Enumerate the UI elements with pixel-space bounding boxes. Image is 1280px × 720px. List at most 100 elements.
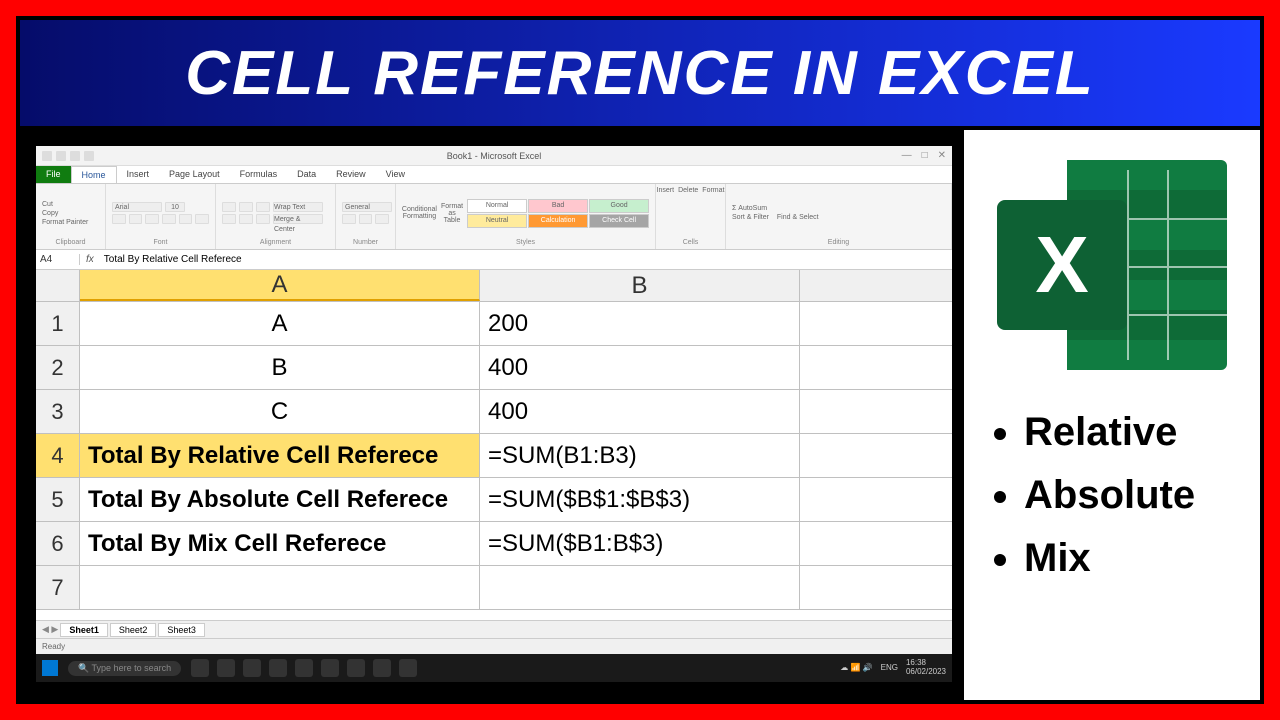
taskbar-app-icon[interactable] — [321, 659, 339, 677]
format-painter-button[interactable]: Format Painter — [42, 219, 99, 226]
cell[interactable] — [80, 566, 480, 609]
sheet-nav[interactable]: ◀ ▶ — [42, 624, 58, 635]
delete-cells-button[interactable]: Delete — [678, 187, 698, 239]
cell[interactable]: Total By Mix Cell Referece — [80, 522, 480, 565]
number-format-select[interactable]: General — [342, 202, 392, 212]
cut-button[interactable]: Cut — [42, 201, 99, 208]
taskbar-app-icon[interactable] — [347, 659, 365, 677]
cell[interactable]: 400 — [480, 346, 800, 389]
start-button[interactable] — [42, 660, 58, 676]
select-all-corner[interactable] — [36, 270, 80, 301]
col-header-b[interactable]: B — [480, 270, 800, 301]
row-header[interactable]: 1 — [36, 302, 80, 345]
wrap-text-button[interactable]: Wrap Text — [273, 202, 323, 212]
quick-access-toolbar[interactable] — [42, 151, 94, 161]
conditional-formatting-button[interactable]: Conditional Formatting — [402, 206, 437, 220]
inner-frame: CELL REFERENCE IN EXCEL Book1 - Microsof… — [16, 16, 1264, 704]
grid-row: 2B400 — [36, 346, 952, 390]
col-header-a[interactable]: A — [80, 270, 480, 301]
content-box: CELL REFERENCE IN EXCEL Book1 - Microsof… — [20, 20, 1260, 700]
main-row: Book1 - Microsoft Excel —□✕ File Home In… — [20, 130, 1260, 700]
autosum-button[interactable]: Σ AutoSum — [732, 205, 945, 212]
row-header[interactable]: 4 — [36, 434, 80, 477]
cell[interactable]: 400 — [480, 390, 800, 433]
row-header[interactable]: 7 — [36, 566, 80, 609]
underline-button[interactable] — [145, 214, 159, 224]
insert-cells-button[interactable]: Insert — [657, 187, 675, 239]
cell[interactable]: Total By Relative Cell Referece — [80, 434, 480, 477]
tab-data[interactable]: Data — [287, 166, 326, 183]
bold-button[interactable] — [112, 214, 126, 224]
row-header[interactable]: 3 — [36, 390, 80, 433]
excel-logo: X — [997, 160, 1227, 370]
copy-button[interactable]: Copy — [42, 210, 99, 217]
row-header[interactable]: 6 — [36, 522, 80, 565]
sheet-tabs: ◀ ▶ Sheet1 Sheet2 Sheet3 — [36, 620, 952, 638]
cell[interactable]: A — [80, 302, 480, 345]
taskbar-app-icon[interactable] — [191, 659, 209, 677]
tray-lang[interactable]: ENG — [881, 664, 898, 673]
row-header[interactable]: 5 — [36, 478, 80, 521]
tab-formulas[interactable]: Formulas — [230, 166, 288, 183]
merge-center-button[interactable]: Merge & Center — [273, 214, 323, 224]
taskbar-app-icon[interactable] — [217, 659, 235, 677]
fill-color-button[interactable] — [179, 214, 193, 224]
cell[interactable]: 200 — [480, 302, 800, 345]
minimize-icon[interactable]: — — [902, 150, 912, 161]
maximize-icon[interactable]: □ — [922, 150, 928, 161]
tab-insert[interactable]: Insert — [117, 166, 160, 183]
close-icon[interactable]: ✕ — [938, 150, 946, 161]
tray-clock[interactable]: 16:3806/02/2023 — [906, 659, 946, 677]
tab-home[interactable]: Home — [71, 166, 117, 183]
tab-review[interactable]: Review — [326, 166, 376, 183]
bullet-absolute: Absolute — [1024, 473, 1195, 518]
border-button[interactable] — [162, 214, 176, 224]
sort-filter-button[interactable]: Sort & Filter — [732, 214, 769, 221]
font-color-button[interactable] — [195, 214, 209, 224]
cell[interactable]: C — [80, 390, 480, 433]
fx-icon[interactable]: fx — [80, 254, 100, 265]
cell[interactable]: Total By Absolute Cell Referece — [80, 478, 480, 521]
ribbon-group-alignment: Wrap Text Merge & Center Alignment — [216, 184, 336, 249]
tray-icons[interactable]: ☁ 📶 🔊 — [840, 664, 872, 673]
sheet-tab-1[interactable]: Sheet1 — [60, 623, 108, 637]
taskbar-app-icon[interactable] — [373, 659, 391, 677]
taskbar-app-icon[interactable] — [243, 659, 261, 677]
window-controls[interactable]: — □ ✕ — [902, 150, 946, 161]
find-select-button[interactable]: Find & Select — [777, 214, 819, 221]
tab-file[interactable]: File — [36, 166, 71, 183]
ribbon-tabs: File Home Insert Page Layout Formulas Da… — [36, 166, 952, 184]
sheet-tab-2[interactable]: Sheet2 — [110, 623, 157, 637]
cell-styles-gallery[interactable]: Normal Bad Good Neutral Calculation Chec… — [467, 199, 649, 228]
cell[interactable]: B — [80, 346, 480, 389]
font-name-select[interactable]: Arial — [112, 202, 162, 212]
italic-button[interactable] — [129, 214, 143, 224]
font-size-select[interactable]: 10 — [165, 202, 185, 212]
ribbon-group-cells: Insert Delete Format Cells — [656, 184, 726, 249]
taskbar-apps[interactable] — [191, 659, 417, 677]
spreadsheet-grid[interactable]: A B 1A2002B4003C4004Total By Relative Ce… — [36, 270, 952, 620]
bullet-relative: Relative — [1024, 410, 1195, 455]
tab-page-layout[interactable]: Page Layout — [159, 166, 230, 183]
formula-text[interactable]: Total By Relative Cell Referece — [100, 254, 246, 265]
cell[interactable] — [480, 566, 800, 609]
taskbar-search[interactable]: 🔍 Type here to search — [68, 661, 181, 676]
grid-row: 6Total By Mix Cell Referece=SUM($B1:B$3) — [36, 522, 952, 566]
taskbar-app-icon[interactable] — [295, 659, 313, 677]
format-cells-button[interactable]: Format — [702, 187, 724, 239]
taskbar-tray[interactable]: ☁ 📶 🔊 ENG 16:3806/02/2023 — [840, 659, 946, 677]
cell[interactable]: =SUM($B1:B$3) — [480, 522, 800, 565]
cell[interactable]: =SUM(B1:B3) — [480, 434, 800, 477]
ribbon-group-font: Arial10 Font — [106, 184, 216, 249]
formula-bar: A4 fx Total By Relative Cell Referece — [36, 250, 952, 270]
taskbar-app-icon[interactable] — [399, 659, 417, 677]
name-box[interactable]: A4 — [36, 254, 80, 265]
cell[interactable]: =SUM($B$1:$B$3) — [480, 478, 800, 521]
row-header[interactable]: 2 — [36, 346, 80, 389]
tab-view[interactable]: View — [376, 166, 415, 183]
excel-window: Book1 - Microsoft Excel —□✕ File Home In… — [34, 144, 954, 684]
title-banner: CELL REFERENCE IN EXCEL — [20, 20, 1260, 130]
sheet-tab-3[interactable]: Sheet3 — [158, 623, 205, 637]
format-as-table-button[interactable]: Format as Table — [441, 203, 463, 224]
taskbar-app-icon[interactable] — [269, 659, 287, 677]
